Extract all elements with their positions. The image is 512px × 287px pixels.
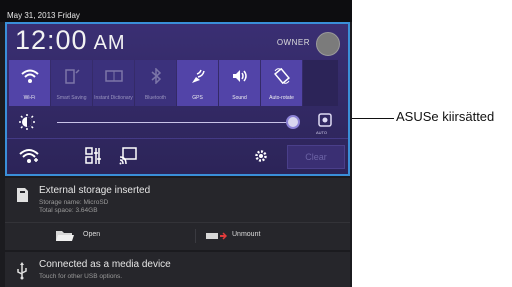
owner-label: OWNER	[276, 38, 310, 47]
wifi-icon	[21, 69, 39, 83]
notification-actions: Open Unmount	[5, 222, 350, 249]
storage-space: Total space: 3.64GB	[39, 207, 98, 214]
rotate-icon	[274, 68, 290, 84]
clock-time: 12:00	[15, 25, 88, 55]
sd-card-icon	[17, 188, 28, 202]
tile-bluetooth[interactable]: Bluetooth	[135, 60, 176, 106]
wifi-settings-icon[interactable]	[19, 147, 39, 165]
status-bar: May 31, 2013 Friday	[0, 0, 352, 22]
gps-icon	[192, 69, 205, 83]
tile-label: Auto-rotate	[269, 95, 294, 101]
bluetooth-icon	[151, 68, 162, 84]
screen-cast-icon[interactable]	[119, 147, 137, 165]
tile-label: Smart Saving	[56, 95, 87, 101]
tile-label: Sound	[232, 95, 247, 101]
tile-sound[interactable]: Sound	[219, 60, 260, 106]
tile-gps[interactable]: GPS	[177, 60, 218, 106]
notification-title: Connected as a media device	[39, 259, 171, 270]
tile-auto-rotate[interactable]: Auto-rotate	[261, 60, 302, 106]
avatar[interactable]	[316, 32, 340, 56]
action-divider	[195, 229, 196, 243]
usb-icon	[17, 262, 27, 280]
eject-icon	[206, 232, 227, 240]
tile-label: Instant Dictionary	[94, 95, 133, 101]
auto-brightness-icon[interactable]	[318, 113, 332, 127]
callout-line	[352, 118, 394, 119]
notification-title: External storage inserted	[39, 185, 151, 196]
battery-icon	[65, 69, 80, 84]
quick-settings-tiles: Wi-Fi Smart Saving Instant Dictionary Bl…	[9, 60, 348, 106]
tile-label: Bluetooth	[144, 95, 167, 101]
open-button[interactable]: Open	[83, 231, 100, 238]
tile-wifi[interactable]: Wi-Fi	[9, 60, 50, 106]
notification-details: Storage name: MicroSD Total space: 3.64G…	[39, 199, 108, 215]
callout-label: ASUSe kiirsätted	[396, 109, 495, 124]
notification-details: Touch for other USB options.	[39, 273, 123, 280]
folder-icon	[56, 231, 74, 241]
brightness-slider-handle[interactable]	[286, 115, 300, 129]
panel-toolbar: Clear	[7, 138, 348, 175]
dictionary-icon	[105, 70, 123, 82]
brightness-slider[interactable]	[57, 122, 295, 123]
tile-smart-saving[interactable]: Smart Saving	[51, 60, 92, 106]
status-date: May 31, 2013 Friday	[7, 11, 80, 20]
clear-button[interactable]: Clear	[287, 145, 345, 169]
brightness-row: AUTO	[7, 108, 348, 136]
clock: 12:00 AM	[15, 25, 126, 56]
gear-icon[interactable]	[254, 149, 268, 163]
tile-label: GPS	[192, 95, 203, 101]
clock-ampm: AM	[93, 32, 126, 54]
notification-usb[interactable]: Connected as a media device Touch for ot…	[5, 252, 350, 287]
tile-empty	[303, 60, 338, 106]
auto-brightness-label: AUTO	[316, 130, 328, 135]
tile-label: Wi-Fi	[23, 95, 36, 101]
unmount-button[interactable]: Unmount	[232, 231, 260, 238]
panel-header: 12:00 AM OWNER	[7, 24, 348, 60]
equalizer-icon[interactable]	[85, 147, 101, 165]
brightness-icon	[19, 114, 35, 130]
tile-instant-dictionary[interactable]: Instant Dictionary	[93, 60, 134, 106]
tablet-screen: May 31, 2013 Friday 12:00AM OWNER Wi-Fi	[0, 0, 352, 287]
storage-name: Storage name: MicroSD	[39, 199, 109, 206]
asus-quick-settings-panel: 12:00 AM OWNER Wi-Fi Smart Saving Instan…	[5, 22, 350, 176]
notification-storage[interactable]: External storage inserted Storage name: …	[5, 178, 350, 250]
sound-icon	[233, 70, 247, 82]
